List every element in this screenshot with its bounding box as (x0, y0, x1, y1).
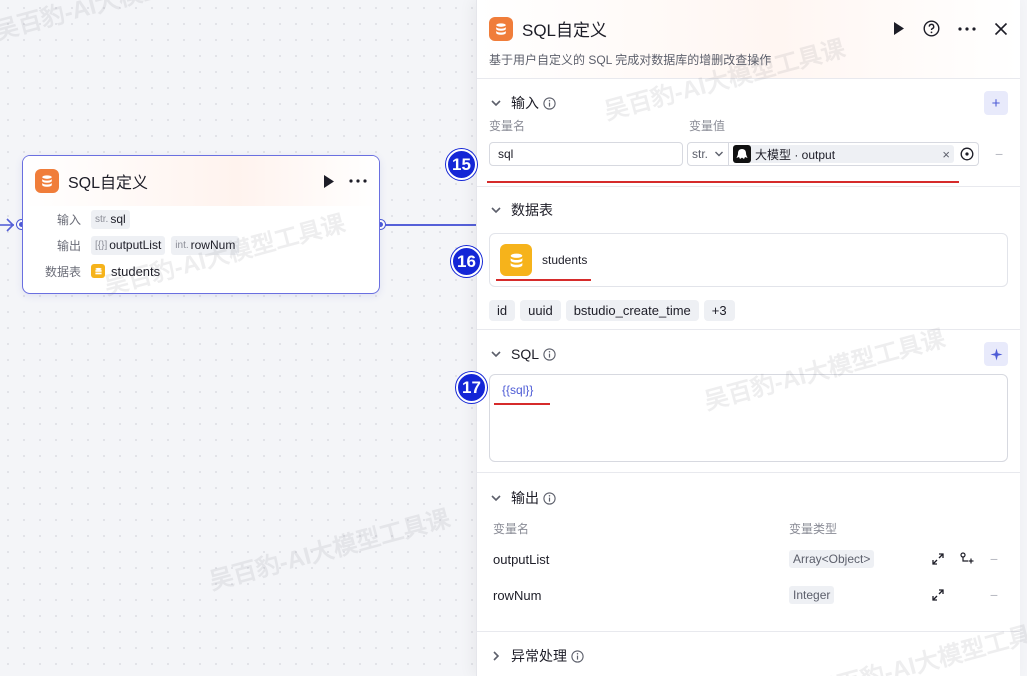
clear-icon[interactable]: × (942, 147, 950, 162)
target-icon[interactable] (960, 147, 974, 161)
database-icon (500, 244, 532, 276)
outgoing-edge (381, 224, 476, 226)
run-icon[interactable] (893, 22, 905, 35)
node-output-row: 输出 [{}] outputList int. rowNum (23, 232, 379, 258)
section-title: 异常处理 (511, 648, 567, 664)
output-section: 输出 变量名 变量类型 outputList Array<Object> − r… (477, 473, 1020, 632)
annotation-marker: 17 (456, 372, 487, 403)
help-icon[interactable] (923, 20, 940, 37)
node-table-label: 数据表 (44, 264, 81, 279)
database-icon (489, 16, 513, 41)
sparkle-icon (990, 348, 1002, 360)
sql-editor[interactable]: {{sql}} (489, 374, 1008, 462)
type-label: [{}] (95, 239, 108, 251)
input-row: sql str. 大模型 · output × − (489, 142, 1008, 166)
annotation-underline (494, 403, 550, 405)
type-label: int. (175, 239, 189, 251)
chevron-right-icon[interactable] (489, 649, 503, 663)
add-child-icon[interactable] (960, 552, 974, 566)
chevron-down-icon[interactable] (489, 96, 503, 110)
remove-output-button[interactable]: − (990, 551, 998, 567)
reference-value: 大模型 · output (755, 147, 836, 162)
type-label: str. (95, 213, 109, 225)
info-icon[interactable] (543, 491, 556, 505)
table-section: 数据表 students id uuid bstudio_create_time… (477, 187, 1020, 330)
database-icon (91, 264, 105, 278)
output-type-chip: Array<Object> (789, 550, 875, 568)
node-input-row: 输入 str. sql (23, 206, 379, 232)
section-title: 输出 (511, 490, 539, 506)
annotation-marker: 15 (446, 149, 477, 180)
database-icon (35, 169, 59, 193)
more-icon[interactable] (349, 179, 367, 183)
var-value-reference[interactable]: 大模型 · output × (729, 142, 979, 166)
section-title: SQL (511, 346, 540, 362)
column-label: 变量值 (689, 119, 726, 133)
node-header: SQL自定义 (23, 156, 379, 206)
node-output-chip: int. rowNum (171, 235, 240, 255)
chevron-down-icon[interactable] (489, 203, 503, 217)
type-select[interactable]: str. (687, 142, 729, 166)
var-name: sql (110, 212, 126, 226)
sql-node-card[interactable]: SQL自定义 输入 str. sql 输出 [{}] outputList in… (22, 155, 380, 294)
reference-tag: 大模型 · output × (733, 145, 954, 163)
var-name: outputList (109, 238, 162, 252)
output-row: rowNum Integer − (489, 577, 1008, 613)
field-chip: bstudio_create_time (565, 300, 699, 321)
node-input-label: 输入 (56, 212, 81, 227)
field-chips: id uuid bstudio_create_time +3 (489, 300, 1008, 331)
info-icon[interactable] (571, 649, 584, 663)
var-name-input[interactable]: sql (489, 142, 683, 166)
section-title: 输入 (511, 95, 539, 111)
add-input-button[interactable]: + (984, 91, 1008, 115)
var-name: rowNum (190, 238, 236, 252)
watermark: 吴百豹-AI大模型工具课 (0, 0, 239, 46)
panel-description: 基于用户自定义的 SQL 完成对数据库的增删改查操作 (489, 53, 772, 67)
node-table-name: students (111, 263, 161, 279)
annotation-marker: 16 (451, 246, 482, 277)
column-label: 变量类型 (789, 522, 838, 536)
node-table-row: 数据表 students (23, 258, 379, 284)
section-title: 数据表 (511, 202, 553, 218)
output-row: outputList Array<Object> − (489, 541, 1008, 577)
chevron-down-icon[interactable] (489, 491, 503, 505)
column-label: 变量名 (489, 119, 526, 133)
panel-header: SQL自定义 基于用户自定义的 SQL 完成对数据库的增删改查操作 (477, 0, 1020, 79)
input-section: 输入 + 变量名 变量值 sql str. 大模型 · output × − (477, 79, 1020, 187)
watermark: 吴百豹-AI大模型工具课 (206, 505, 454, 596)
table-name: students (542, 253, 588, 267)
annotation-underline (487, 181, 959, 183)
more-fields-chip[interactable]: +3 (703, 300, 735, 321)
sql-section: SQL {{sql}} (477, 330, 1020, 473)
chevron-down-icon (715, 151, 723, 157)
close-icon[interactable] (994, 22, 1008, 36)
annotation-underline (496, 279, 591, 281)
output-var-name: outputList (493, 551, 550, 567)
field-chip: uuid (520, 300, 561, 321)
exception-section: 异常处理 (477, 632, 1020, 676)
output-var-name: rowNum (493, 587, 542, 603)
more-icon[interactable] (958, 26, 976, 31)
node-config-panel: SQL自定义 基于用户自定义的 SQL 完成对数据库的增删改查操作 输入 + 变… (476, 0, 1020, 676)
node-input-chip: str. sql (91, 209, 130, 229)
node-title: SQL自定义 (68, 175, 149, 192)
panel-title: SQL自定义 (522, 21, 608, 40)
expand-icon[interactable] (932, 553, 944, 565)
field-chip: id (489, 300, 516, 321)
column-label: 变量名 (493, 522, 530, 536)
ai-generate-button[interactable] (984, 342, 1008, 366)
type-select-value: str. (692, 147, 709, 161)
node-output-label: 输出 (56, 238, 81, 253)
remove-input-button[interactable]: − (995, 146, 1003, 162)
info-icon[interactable] (543, 96, 556, 110)
llm-node-icon (733, 145, 751, 163)
expand-icon[interactable] (932, 589, 944, 601)
run-icon[interactable] (323, 174, 335, 188)
output-type-chip: Integer (789, 586, 835, 604)
node-output-chip: [{}] outputList (91, 235, 166, 255)
chevron-down-icon[interactable] (489, 347, 503, 361)
remove-output-button[interactable]: − (990, 587, 998, 603)
info-icon[interactable] (543, 347, 556, 361)
